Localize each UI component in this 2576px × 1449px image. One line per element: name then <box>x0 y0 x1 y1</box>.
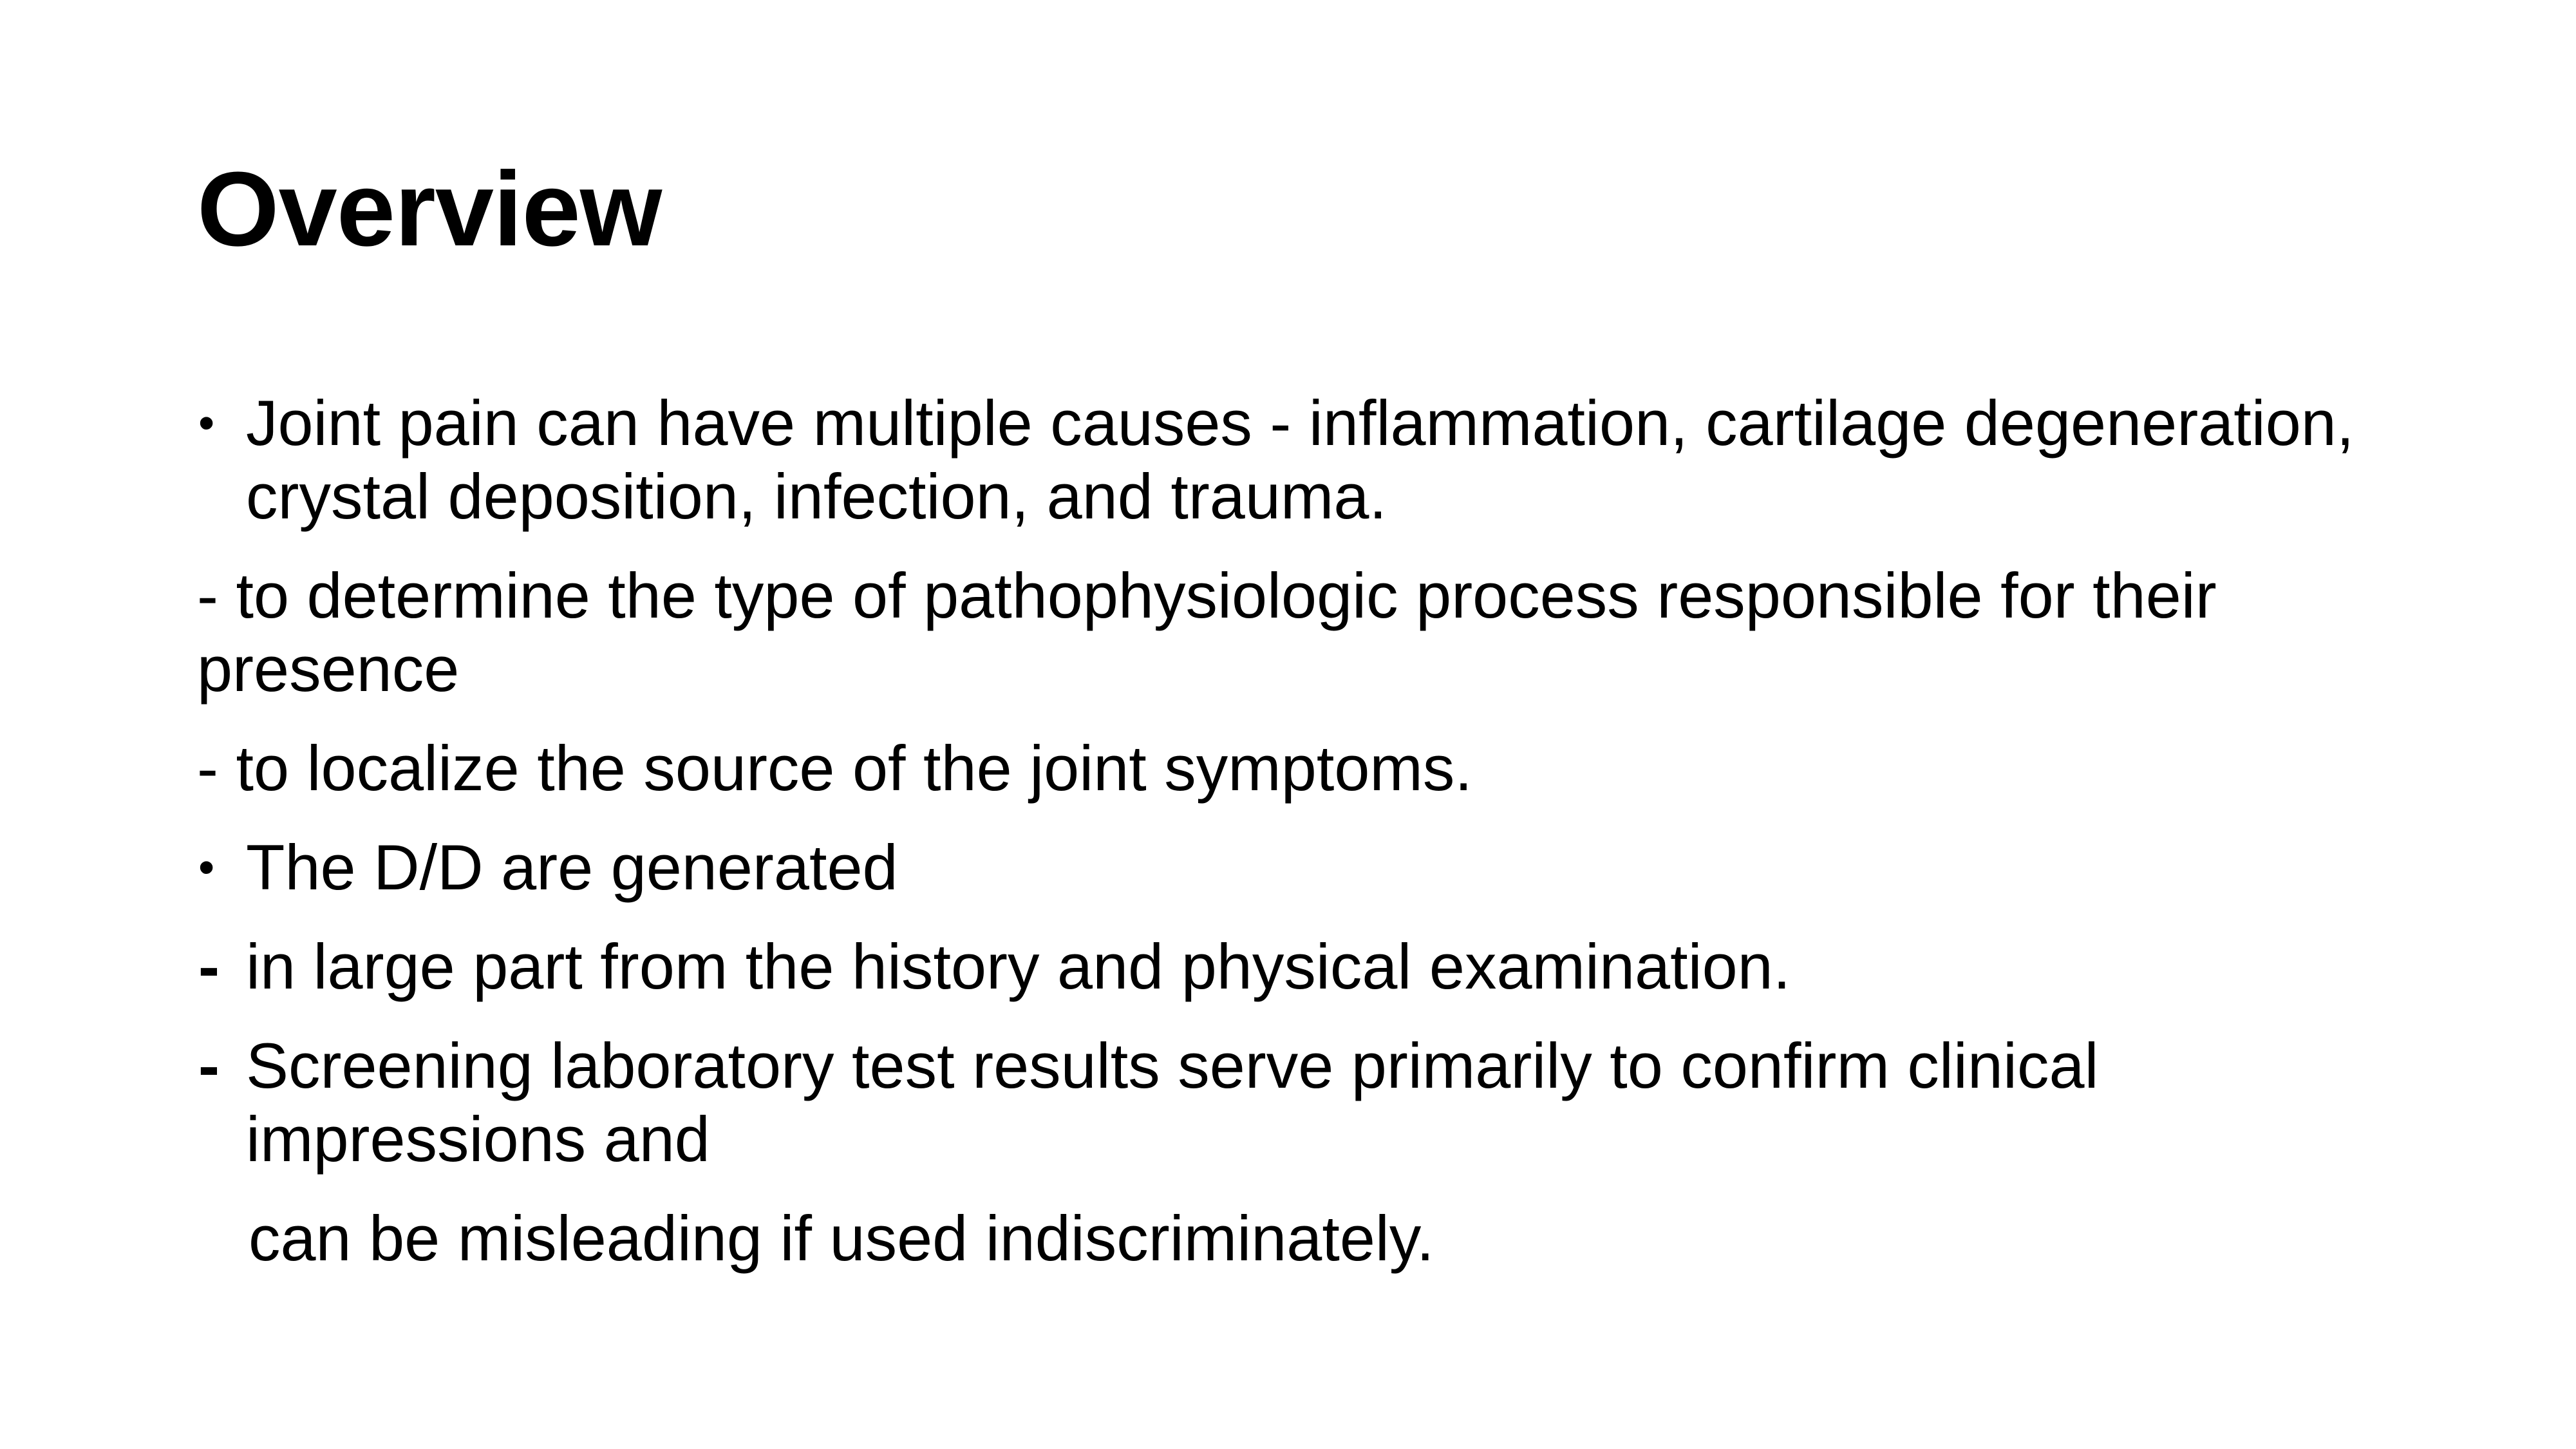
bullet-item: • The D/D are generated <box>197 831 2418 904</box>
slide: Overview • Joint pain can have multiple … <box>0 0 2576 1449</box>
dash-item-text: in large part from the history and physi… <box>246 931 1791 1002</box>
bullet-text: Joint pain can have multiple causes - in… <box>246 387 2355 532</box>
dash-marker: - <box>198 931 220 1002</box>
dash-item: - Screening laboratory test results serv… <box>197 1029 2418 1176</box>
line-text: - to localize the source of the joint sy… <box>197 732 1472 804</box>
continuation-line: can be misleading if used indiscriminate… <box>197 1202 2418 1275</box>
line-text: - to determine the type of pathophysiolo… <box>197 560 2217 705</box>
dash-item: - in large part from the history and phy… <box>197 930 2418 1003</box>
bullet-marker: • <box>198 397 215 449</box>
bullet-marker: • <box>198 842 215 893</box>
bullet-text: The D/D are generated <box>246 831 898 903</box>
dash-line: - to determine the type of pathophysiolo… <box>197 559 2418 706</box>
dash-line: - to localize the source of the joint sy… <box>197 732 2418 805</box>
slide-title: Overview <box>197 150 662 268</box>
dash-item-text: Screening laboratory test results serve … <box>246 1030 2099 1175</box>
continuation-text: can be misleading if used indiscriminate… <box>249 1202 1434 1274</box>
slide-body: • Joint pain can have multiple causes - … <box>197 386 2418 1301</box>
bullet-item: • Joint pain can have multiple causes - … <box>197 386 2418 533</box>
dash-marker: - <box>198 1030 220 1101</box>
